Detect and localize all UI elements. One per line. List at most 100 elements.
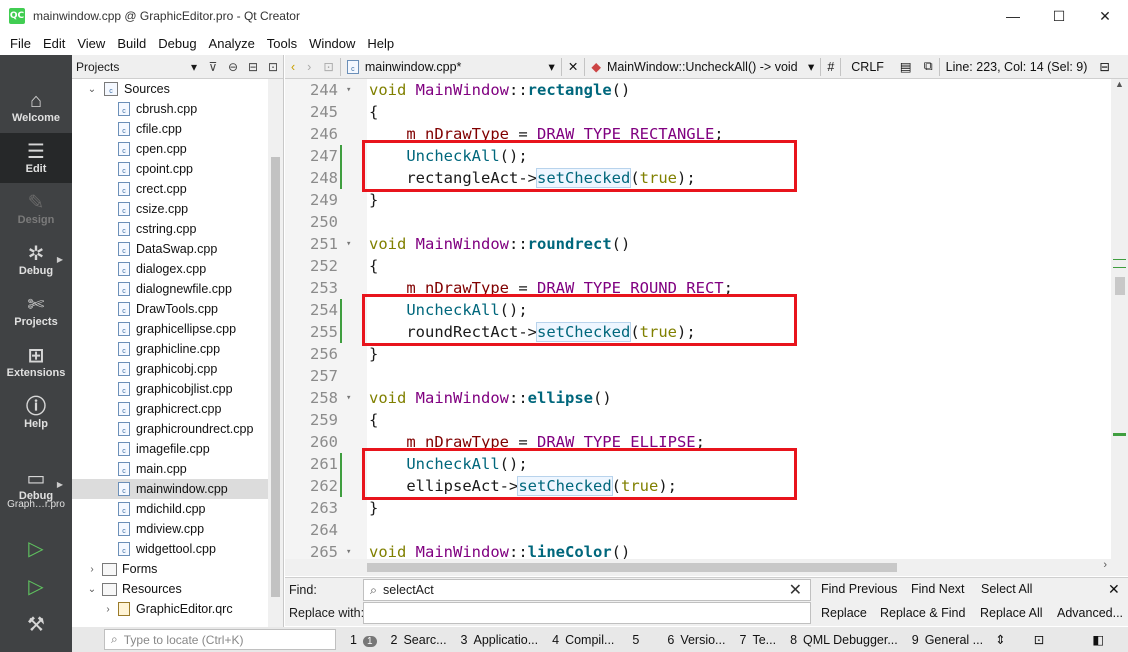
- tree-item-qrc[interactable]: › GraphicEditor.qrc: [72, 599, 268, 619]
- tree-item-file[interactable]: c mdiview.cpp: [72, 519, 268, 539]
- scrollbar-thumb[interactable]: [367, 563, 897, 572]
- pane-tab-compile-output[interactable]: 4 Compil...: [552, 633, 614, 647]
- tree-item-file[interactable]: c graphicline.cpp: [72, 339, 268, 359]
- symbol-combo[interactable]: ◆ MainWindow::UncheckAll() -> void ▾: [585, 59, 820, 75]
- find-previous-button[interactable]: Find Previous: [821, 582, 897, 596]
- mode-welcome[interactable]: ⌂ Welcome: [0, 82, 72, 132]
- file-encoding-icon[interactable]: ▤: [894, 59, 918, 74]
- code-line[interactable]: 264: [285, 519, 1115, 541]
- open-documents-combo[interactable]: c mainwindow.cpp* ▾: [341, 59, 561, 74]
- tree-item-file[interactable]: c graphicobjlist.cpp: [72, 379, 268, 399]
- minimize-button[interactable]: —: [990, 0, 1036, 32]
- tree-item-file[interactable]: c graphicroundrect.cpp: [72, 419, 268, 439]
- menu-tools[interactable]: Tools: [261, 36, 303, 51]
- cursor-position[interactable]: Line: 223, Col: 14 (Sel: 9): [940, 60, 1094, 74]
- select-all-button[interactable]: Select All: [981, 582, 1032, 596]
- replace-button[interactable]: Replace: [821, 606, 867, 620]
- mode-edit[interactable]: ☰ Edit: [0, 133, 72, 183]
- maximize-button[interactable]: ☐: [1036, 0, 1082, 32]
- build-button[interactable]: ⚒: [0, 605, 72, 643]
- scrollbar-thumb[interactable]: [1115, 277, 1125, 295]
- search-icon[interactable]: ⌕: [370, 583, 377, 598]
- tree-item-file[interactable]: c cpen.cpp: [72, 139, 268, 159]
- code-line[interactable]: 244 ▾ void MainWindow::rectangle(): [285, 79, 1115, 101]
- fold-arrow-icon[interactable]: ▾: [346, 233, 351, 255]
- split-view-icon[interactable]: ⊟: [1093, 59, 1115, 74]
- code-line[interactable]: 245 {: [285, 101, 1115, 123]
- close-document-icon[interactable]: ✕: [562, 59, 584, 74]
- tree-item-file[interactable]: c graphicrect.cpp: [72, 399, 268, 419]
- menu-edit[interactable]: Edit: [37, 36, 71, 51]
- menu-window[interactable]: Window: [303, 36, 361, 51]
- menu-build[interactable]: Build: [111, 36, 152, 51]
- tree-item-file[interactable]: c DataSwap.cpp: [72, 239, 268, 259]
- forward-arrow-icon[interactable]: ›: [301, 60, 317, 74]
- back-arrow-icon[interactable]: ‹: [285, 60, 301, 74]
- pane-tab-search[interactable]: 2 Searc...: [391, 633, 447, 647]
- menu-file[interactable]: File: [4, 36, 37, 51]
- filter-icon[interactable]: ⊽: [203, 60, 223, 74]
- code-line[interactable]: 250: [285, 211, 1115, 233]
- toggle-output-pane-icon[interactable]: ⊡: [1034, 632, 1044, 647]
- run-button[interactable]: ▷: [0, 529, 72, 567]
- tree-item-file[interactable]: c dialogex.cpp: [72, 259, 268, 279]
- lock-icon[interactable]: ⊡: [317, 59, 339, 74]
- tree-item-file[interactable]: c cpoint.cpp: [72, 159, 268, 179]
- split-icon[interactable]: ⊟: [243, 60, 263, 74]
- pane-tab-test-results[interactable]: 7 Te...: [739, 633, 776, 647]
- debug-run-button[interactable]: ▷: [0, 567, 72, 605]
- close-pane-icon[interactable]: ⊡: [263, 60, 283, 74]
- find-input[interactable]: ⌕ selectAct ✕: [363, 579, 811, 601]
- tree-item-file[interactable]: c mainwindow.cpp: [72, 479, 268, 499]
- chevron-right-icon[interactable]: ›: [86, 564, 98, 575]
- fold-arrow-icon[interactable]: ▾: [346, 79, 351, 101]
- tree-item-file[interactable]: c crect.cpp: [72, 179, 268, 199]
- more-panes-icon[interactable]: ⇕: [995, 632, 1005, 647]
- code-line[interactable]: 256}: [285, 343, 1115, 365]
- tree-item-file[interactable]: c mdichild.cpp: [72, 499, 268, 519]
- line-ending-label[interactable]: CRLF: [841, 60, 894, 74]
- code-line[interactable]: 249}: [285, 189, 1115, 211]
- mode-extensions[interactable]: ⊞ Extensions: [0, 337, 72, 387]
- menu-help[interactable]: Help: [361, 36, 400, 51]
- code-line[interactable]: 251 ▾ void MainWindow::roundrect(): [285, 233, 1115, 255]
- pane-tab-version-control[interactable]: 6 Versio...: [667, 633, 725, 647]
- scroll-up-arrow-icon[interactable]: ▲: [1111, 79, 1128, 95]
- mode-help[interactable]: ⓘ Help: [0, 388, 72, 438]
- mode-debug[interactable]: ✲ Debug ▶: [0, 235, 72, 285]
- editor-horizontal-scrollbar[interactable]: ›: [285, 559, 1111, 576]
- tree-item-file[interactable]: c DrawTools.cpp: [72, 299, 268, 319]
- tree-item-file[interactable]: c dialognewfile.cpp: [72, 279, 268, 299]
- replace-all-button[interactable]: Replace All: [980, 606, 1043, 620]
- menu-debug[interactable]: Debug: [152, 36, 202, 51]
- tree-item-file[interactable]: c cfile.cpp: [72, 119, 268, 139]
- tree-item-file[interactable]: c csize.cpp: [72, 199, 268, 219]
- fold-arrow-icon[interactable]: ▾: [346, 387, 351, 409]
- code-line[interactable]: 257: [285, 365, 1115, 387]
- code-line[interactable]: 258 ▾ void MainWindow::ellipse(): [285, 387, 1115, 409]
- hash-button[interactable]: #: [821, 60, 840, 74]
- tree-folder-forms[interactable]: › Forms: [72, 559, 268, 579]
- tree-folder-sources[interactable]: ⌄ c Sources: [72, 79, 268, 99]
- code-line[interactable]: 252 {: [285, 255, 1115, 277]
- tree-item-file[interactable]: c main.cpp: [72, 459, 268, 479]
- pane-tab-5[interactable]: 5: [632, 633, 645, 647]
- tree-item-file[interactable]: c graphicobj.cpp: [72, 359, 268, 379]
- locator-input[interactable]: ⌕ Type to locate (Ctrl+K): [104, 629, 336, 650]
- tree-item-file[interactable]: c graphicellipse.cpp: [72, 319, 268, 339]
- close-findbar-icon[interactable]: ✕: [1108, 581, 1120, 598]
- advanced-button[interactable]: Advanced...: [1057, 606, 1123, 620]
- split-editor-icon[interactable]: ⧉: [918, 59, 939, 74]
- pane-tab-issues[interactable]: 11: [350, 633, 377, 647]
- chevron-down-icon[interactable]: ⌄: [86, 584, 98, 595]
- pane-tab-application-output[interactable]: 3 Applicatio...: [461, 633, 539, 647]
- pane-tab-qml-debugger[interactable]: 8 QML Debugger...: [790, 633, 898, 647]
- code-editor[interactable]: 244 ▾ void MainWindow::rectangle() 245{246 …: [285, 79, 1128, 576]
- tree-folder-resources[interactable]: ⌄ Resources: [72, 579, 268, 599]
- code-line[interactable]: 263}: [285, 497, 1115, 519]
- clear-icon[interactable]: ✕: [789, 580, 802, 600]
- mode-projects[interactable]: ✄ Projects: [0, 286, 72, 336]
- menu-analyze[interactable]: Analyze: [203, 36, 261, 51]
- tree-item-file[interactable]: c imagefile.cpp: [72, 439, 268, 459]
- replace-input[interactable]: [363, 602, 811, 624]
